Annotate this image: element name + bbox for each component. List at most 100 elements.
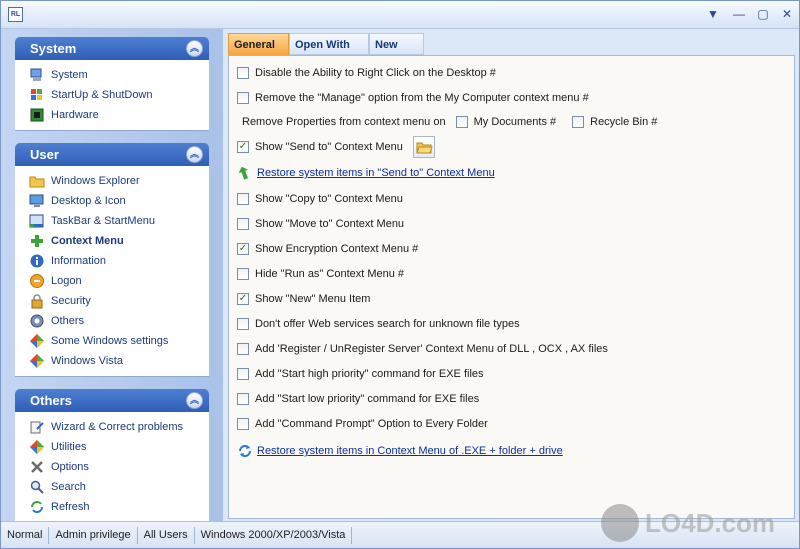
close-button[interactable]: ✕: [777, 6, 797, 23]
sidebar-item-security[interactable]: Security: [16, 291, 208, 311]
sidebar-item-startup-shutdown[interactable]: StartUp & ShutDown: [16, 85, 208, 105]
sidebar-item-label: System: [51, 69, 88, 81]
send-to-folder-button[interactable]: [412, 136, 435, 158]
option-label: Hide "Run as" Context Menu #: [255, 268, 405, 280]
checkbox[interactable]: [237, 193, 249, 205]
windows-flag-icon: [29, 353, 45, 369]
collapse-icon[interactable]: ︽: [186, 146, 203, 163]
checkbox[interactable]: ✓: [237, 293, 249, 305]
collapse-icon[interactable]: ︽: [186, 40, 203, 57]
option-label: Disable the Ability to Right Click on th…: [255, 67, 496, 79]
others-group: Others ︽ Wizard & Correct problems Utili…: [15, 389, 209, 526]
option-run-as[interactable]: Hide "Run as" Context Menu #: [237, 265, 404, 283]
sidebar-item-search[interactable]: Search: [16, 477, 208, 497]
refresh-icon: [29, 499, 45, 515]
general-panel: Disable the Ability to Right Click on th…: [228, 55, 795, 519]
option-label: Show Encryption Context Menu #: [255, 243, 419, 255]
option-web-services[interactable]: Don't offer Web services search for unkn…: [237, 315, 520, 333]
remove-properties-row: Remove Properties from context menu on M…: [242, 113, 657, 131]
sidebar-item-wizard[interactable]: Wizard & Correct problems: [16, 417, 208, 437]
sidebar-item-logon[interactable]: Logon: [16, 271, 208, 291]
option-send-to[interactable]: ✓ Show "Send to" Context Menu: [237, 135, 435, 159]
checkbox[interactable]: [237, 343, 249, 355]
option-new-item[interactable]: ✓ Show "New" Menu Item: [237, 290, 370, 308]
sidebar-item-label: Logon: [51, 275, 82, 287]
checkbox[interactable]: ✓: [237, 141, 249, 153]
tab-open-with[interactable]: Open With: [289, 33, 369, 55]
checkbox[interactable]: [237, 368, 249, 380]
sidebar-item-taskbar-startmenu[interactable]: TaskBar & StartMenu: [16, 211, 208, 231]
sidebar-item-label: TaskBar & StartMenu: [51, 215, 155, 227]
collapse-icon[interactable]: ︽: [186, 392, 203, 409]
wand-icon: [29, 419, 45, 435]
user-group-header[interactable]: User ︽: [15, 143, 209, 166]
option-copy-to[interactable]: Show "Copy to" Context Menu: [237, 190, 403, 208]
system-group: System ︽ System StartUp & ShutDown Hardw…: [15, 37, 209, 130]
checkbox[interactable]: [237, 318, 249, 330]
taskbar-icon: [29, 213, 45, 229]
sidebar-item-hardware[interactable]: Hardware: [16, 105, 208, 125]
user-group: User ︽ Windows Explorer Desktop & Icon T…: [15, 143, 209, 376]
refresh-icon: [237, 443, 253, 459]
minimize-button[interactable]: —: [729, 6, 749, 23]
sidebar-item-others[interactable]: Others: [16, 311, 208, 331]
tab-new[interactable]: New: [369, 33, 424, 55]
option-high-priority[interactable]: Add "Start high priority" command for EX…: [237, 365, 484, 383]
sidebar-item-windows-vista[interactable]: Windows Vista: [16, 351, 208, 371]
group-title: System: [30, 41, 77, 56]
status-mode: Normal: [1, 526, 50, 544]
watermark-icon: [601, 504, 639, 542]
window-menu-button[interactable]: ▼: [703, 6, 723, 23]
restore-exe-link[interactable]: Restore system items in Context Menu of …: [257, 445, 563, 457]
sidebar-item-system[interactable]: System: [16, 65, 208, 85]
checkbox[interactable]: [237, 218, 249, 230]
option-label: Show "New" Menu Item: [255, 293, 371, 305]
restore-send-to-link[interactable]: Restore system items in "Send to" Contex…: [257, 167, 495, 179]
option-label: Remove the "Manage" option from the My C…: [255, 92, 589, 104]
option-move-to[interactable]: Show "Move to" Context Menu: [237, 215, 404, 233]
restore-send-to-row: Restore system items in "Send to" Contex…: [237, 164, 495, 182]
option-label: Show "Copy to" Context Menu: [255, 193, 403, 205]
option-label: Show "Send to" Context Menu: [255, 141, 403, 153]
sidebar-item-desktop-icon[interactable]: Desktop & Icon: [16, 191, 208, 211]
sidebar-item-context-menu[interactable]: Context Menu: [16, 231, 208, 251]
system-group-header[interactable]: System ︽: [15, 37, 209, 60]
others-group-header[interactable]: Others ︽: [15, 389, 209, 412]
diamond-icon: [29, 439, 45, 455]
folder-icon: [29, 173, 45, 189]
option-remove-manage[interactable]: Remove the "Manage" option from the My C…: [237, 89, 589, 107]
status-users: All Users: [138, 526, 195, 544]
option-command-prompt[interactable]: Add "Command Prompt" Option to Every Fol…: [237, 415, 488, 433]
sidebar-item-label: Options: [51, 461, 89, 473]
option-low-priority[interactable]: Add "Start low priority" command for EXE…: [237, 390, 479, 408]
option-disable-right-click[interactable]: Disable the Ability to Right Click on th…: [237, 64, 496, 82]
sidebar-item-label: Wizard & Correct problems: [51, 421, 184, 433]
checkbox[interactable]: [237, 393, 249, 405]
checkbox[interactable]: [237, 67, 249, 79]
sidebar-item-options[interactable]: Options: [16, 457, 208, 477]
tools-icon: [29, 459, 45, 475]
my-documents-checkbox[interactable]: [455, 116, 468, 128]
checkbox[interactable]: [237, 92, 249, 104]
option-encryption[interactable]: ✓ Show Encryption Context Menu #: [237, 240, 418, 258]
lock-icon: [29, 293, 45, 309]
sidebar-item-windows-explorer[interactable]: Windows Explorer: [16, 171, 208, 191]
windows-flag-icon: [29, 87, 45, 103]
group-title: User: [30, 147, 59, 162]
option-register-server[interactable]: Add 'Register / UnRegister Server' Conte…: [237, 340, 608, 358]
sidebar-item-some-windows-settings[interactable]: Some Windows settings: [16, 331, 208, 351]
sidebar-item-label: Security: [51, 295, 91, 307]
checkbox[interactable]: [237, 418, 249, 430]
recycle-bin-checkbox[interactable]: [572, 116, 585, 128]
restore-exe-row: Restore system items in Context Menu of …: [237, 442, 563, 460]
gear-icon: [29, 313, 45, 329]
sidebar-item-information[interactable]: Information: [16, 251, 208, 271]
checkbox[interactable]: ✓: [237, 243, 249, 255]
sidebar-item-utilities[interactable]: Utilities: [16, 437, 208, 457]
watermark-logo: LO4D.com: [601, 501, 793, 545]
maximize-button[interactable]: ▢: [753, 6, 773, 23]
checkbox[interactable]: [237, 268, 249, 280]
tab-general[interactable]: General: [228, 33, 289, 55]
chip-icon: [29, 107, 45, 123]
sidebar-item-refresh[interactable]: Refresh: [16, 497, 208, 517]
